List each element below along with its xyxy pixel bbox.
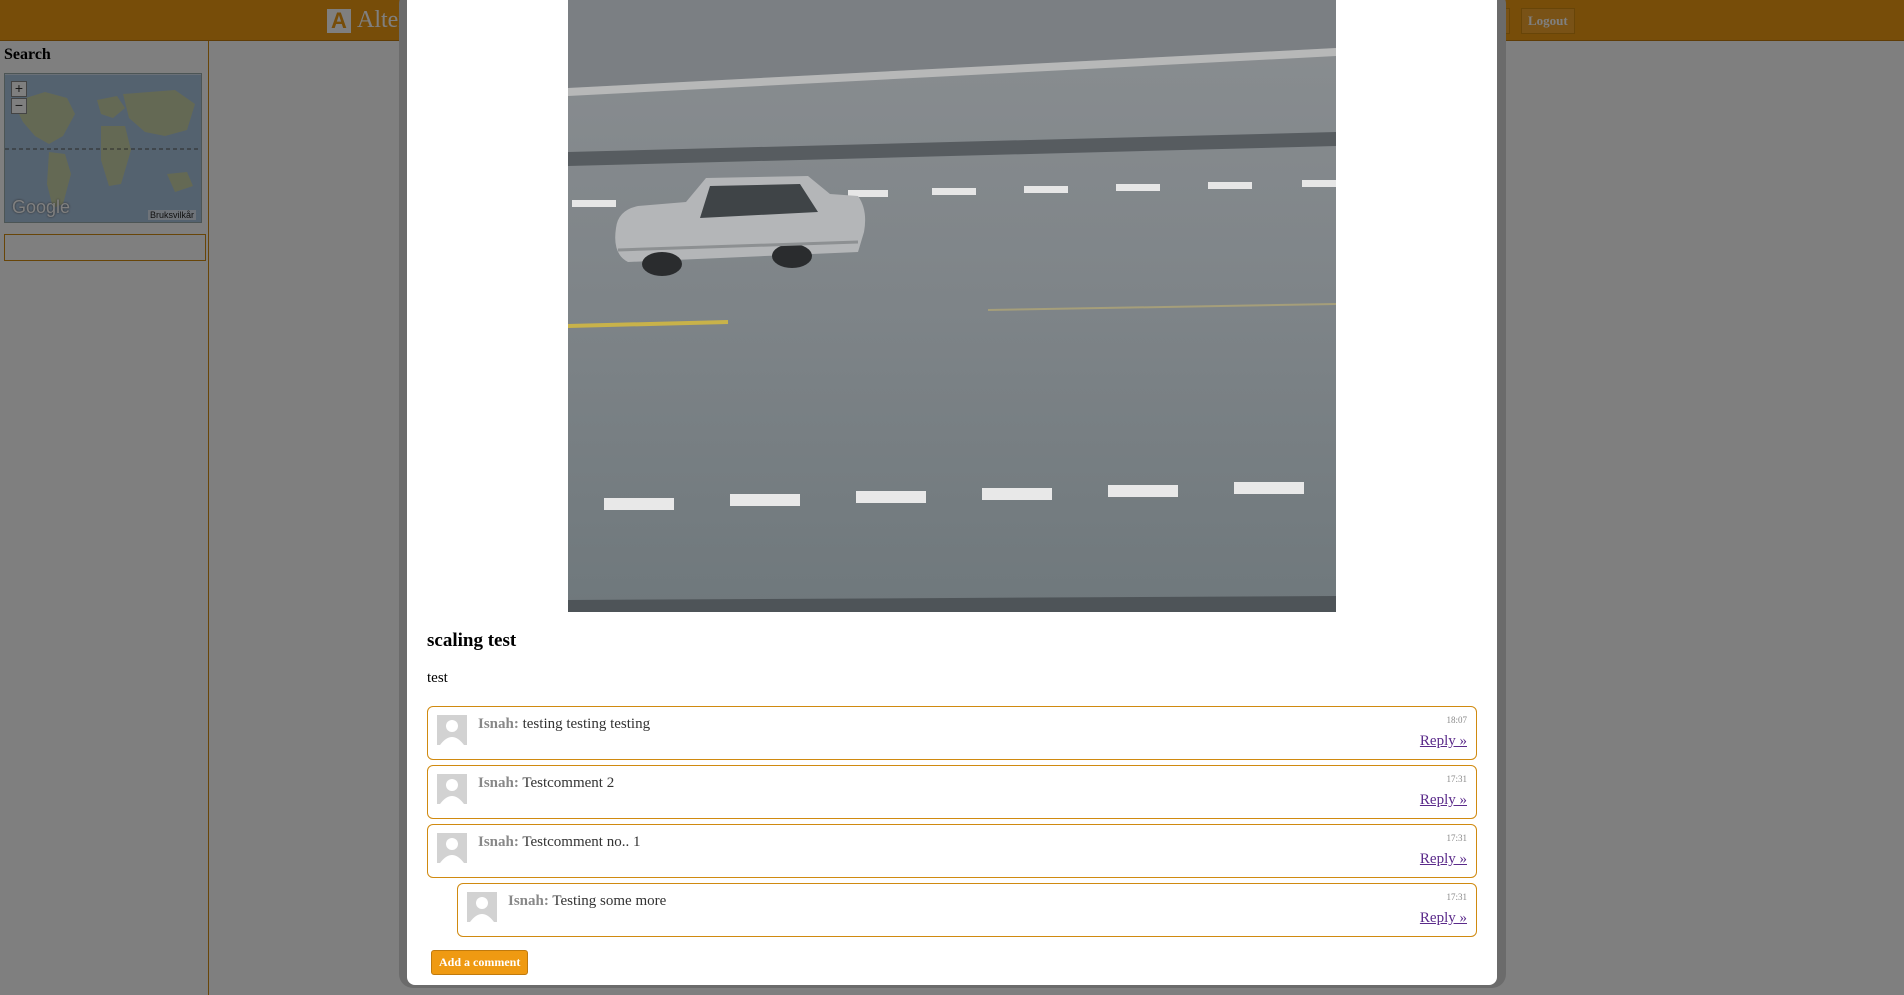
reply-link[interactable]: Reply »: [1420, 851, 1467, 868]
comment-item: Isnah: testing testing testing 18:07 Rep…: [427, 706, 1477, 760]
comment-time: 17:31: [1446, 892, 1467, 902]
comment-item: Isnah: Testcomment no.. 1 17:31 Reply »: [427, 824, 1477, 878]
comment-author: Isnah:: [508, 893, 549, 909]
post-title: scaling test: [427, 630, 517, 651]
reply-link[interactable]: Reply »: [1420, 910, 1467, 927]
street-photo-image: [568, 0, 1336, 612]
comment-time: 18:07: [1446, 715, 1467, 725]
post-body: test: [427, 670, 448, 686]
avatar-icon: [437, 715, 467, 745]
comment-author: Isnah:: [478, 775, 519, 791]
comment-body: Testcomment 2: [522, 775, 615, 791]
post-photo: [568, 0, 1336, 612]
comment-body: Testing some more: [552, 893, 667, 909]
avatar-icon: [467, 892, 497, 922]
add-comment-button[interactable]: Add a comment: [431, 950, 529, 975]
reply-link[interactable]: Reply »: [1420, 792, 1467, 809]
comment-author: Isnah:: [478, 834, 519, 850]
comment-item: Isnah: Testcomment 2 17:31 Reply »: [427, 765, 1477, 819]
post-modal: scaling test test Isnah: testing testing…: [407, 0, 1497, 985]
avatar-icon: [437, 774, 467, 804]
avatar-icon: [437, 833, 467, 863]
comment-time: 17:31: [1446, 833, 1467, 843]
reply-link[interactable]: Reply »: [1420, 733, 1467, 750]
comment-body: Testcomment no.. 1: [522, 834, 641, 850]
comment-time: 17:31: [1446, 774, 1467, 784]
comment-author: Isnah:: [478, 716, 519, 732]
comment-reply-item: Isnah: Testing some more 17:31 Reply »: [457, 883, 1477, 937]
comment-body: testing testing testing: [522, 716, 651, 732]
